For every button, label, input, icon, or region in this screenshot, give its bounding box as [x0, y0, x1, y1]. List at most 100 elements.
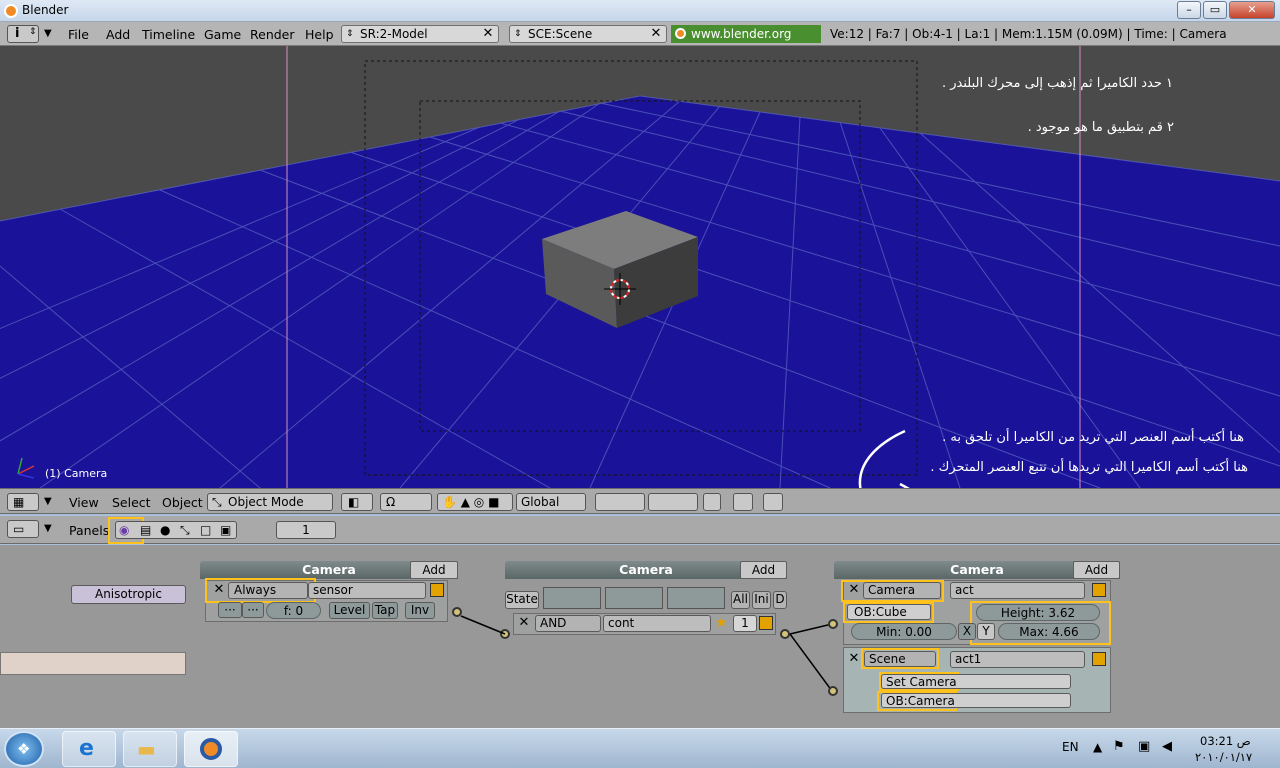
scene-actuator-collapse-icon[interactable]	[1092, 652, 1106, 666]
anisotropic-button[interactable]: Anisotropic	[71, 585, 186, 604]
3d-viewport[interactable]: ١ حدد الكاميرا ثم إذهب إلى محرك البلندر …	[0, 46, 1280, 488]
state-mask-1[interactable]	[543, 587, 601, 609]
level-button[interactable]: Level	[329, 602, 370, 619]
menu-game[interactable]: Game	[204, 27, 241, 42]
network-icon[interactable]: ▣	[1138, 739, 1150, 754]
priority-star-icon[interactable]: ★	[715, 615, 728, 631]
add-controller-button[interactable]: Add	[740, 561, 787, 579]
menu-help[interactable]: Help	[305, 27, 334, 42]
target-object-field[interactable]: OB:Cube	[847, 604, 931, 620]
add-sensor-button[interactable]: Add	[410, 561, 458, 579]
camera-actuator-name[interactable]: act	[950, 582, 1085, 599]
scene-context-icon[interactable]: ▣	[220, 522, 231, 538]
pulse-false-button[interactable]: ···	[242, 602, 264, 618]
camera-object-field[interactable]: OB:Camera	[881, 693, 1071, 708]
state-mask-3[interactable]	[667, 587, 725, 609]
menu-select[interactable]: Select	[112, 495, 151, 510]
action-center-flag-icon[interactable]: ⚑	[1113, 739, 1125, 754]
maximize-button[interactable]: ▭	[1203, 1, 1227, 19]
scene-mode-dropdown[interactable]: Set Camera	[881, 674, 1071, 689]
state-all-button[interactable]: All	[731, 591, 750, 609]
editor-type-button[interactable]: ▦	[7, 493, 39, 511]
controller-priority-field[interactable]: 1	[733, 615, 757, 632]
object-context-icon[interactable]: ⤡	[180, 522, 190, 538]
lock-icon[interactable]	[703, 493, 721, 511]
color-swatch-bar[interactable]	[0, 652, 186, 675]
show-hidden-icons-icon[interactable]: ▲	[1093, 740, 1102, 754]
frequency-field[interactable]: f: 0	[266, 602, 321, 619]
menu-view[interactable]: View	[69, 495, 99, 510]
pivot-selector[interactable]: Ω	[380, 493, 432, 511]
state-debug-button[interactable]: D	[773, 591, 787, 609]
layers-row-1[interactable]	[595, 493, 645, 511]
clock-time[interactable]: ص 03:21	[1200, 734, 1251, 748]
sensor-name-field[interactable]: sensor	[308, 582, 426, 599]
context-buttons[interactable]: ◉ ▤ ● ⤡ □ ▣	[115, 521, 237, 539]
pulse-true-button[interactable]: ···	[218, 602, 242, 618]
script-icon[interactable]: ▤	[140, 522, 151, 538]
menu-object[interactable]: Object	[162, 495, 203, 510]
explorer-task[interactable]: ▬	[123, 731, 177, 767]
sensor-collapse-icon[interactable]	[430, 583, 444, 597]
layers-row-2[interactable]	[648, 493, 698, 511]
collapse-menu-icon[interactable]: ▼	[44, 28, 52, 39]
menu-add[interactable]: Add	[106, 27, 130, 42]
height-field[interactable]: Height: 3.62	[976, 604, 1100, 621]
menu-timeline[interactable]: Timeline	[142, 27, 195, 42]
clock-date[interactable]: ٢٠١٠/٠١/١٧	[1195, 750, 1252, 764]
start-button[interactable]: ❖	[4, 731, 44, 767]
collapse-buttons-icon[interactable]: ▼	[44, 523, 52, 534]
controller-name-field[interactable]: cont	[603, 615, 711, 632]
max-distance-field[interactable]: Max: 4.66	[998, 623, 1100, 640]
editing-context-icon[interactable]: □	[200, 522, 211, 538]
frame-field[interactable]: 1	[276, 521, 336, 539]
delete-camera-actuator-icon[interactable]: ✕	[846, 582, 862, 598]
screen-selector[interactable]: ⇕ SR:2-Model ✕	[341, 25, 499, 43]
delete-controller-icon[interactable]: ✕	[516, 615, 532, 631]
scene-actuator-type[interactable]: Scene	[864, 651, 936, 667]
orientation-selector[interactable]: Global	[516, 493, 586, 511]
controller-output-link[interactable]	[780, 629, 790, 639]
info-window-type-button[interactable]: i ⇕	[7, 25, 39, 43]
delete-scene-actuator-icon[interactable]: ✕	[846, 651, 862, 667]
collapse-header-icon[interactable]: ▼	[44, 496, 52, 507]
controller-input-link[interactable]	[500, 629, 510, 639]
menu-file[interactable]: File	[68, 27, 89, 42]
internet-explorer-task[interactable]: e	[62, 731, 116, 767]
shading-context-icon[interactable]: ●	[160, 522, 170, 538]
scene-actuator-name[interactable]: act1	[950, 651, 1085, 668]
actuator-camera-input-link[interactable]	[828, 619, 838, 629]
controller-collapse-icon[interactable]	[759, 616, 773, 630]
axis-y-button[interactable]: Y	[977, 623, 995, 640]
minimize-button[interactable]: –	[1177, 1, 1201, 19]
delete-screen-icon[interactable]: ✕	[480, 26, 496, 42]
buttons-editor-type[interactable]: ▭	[7, 520, 39, 538]
sensor-type-dropdown[interactable]: Always	[228, 582, 308, 599]
delete-scene-icon[interactable]: ✕	[648, 26, 664, 42]
blender-org-link[interactable]: www.blender.org 249.2	[671, 25, 821, 59]
add-actuator-button[interactable]: Add	[1073, 561, 1120, 579]
close-button[interactable]: ✕	[1229, 1, 1275, 19]
menu-render[interactable]: Render	[250, 27, 295, 42]
blender-task[interactable]	[184, 731, 238, 767]
sensor-output-link[interactable]	[452, 607, 462, 617]
camera-actuator-collapse-icon[interactable]	[1092, 583, 1106, 597]
language-indicator[interactable]: EN	[1062, 740, 1079, 754]
snap-icon[interactable]	[733, 493, 753, 511]
mode-selector[interactable]: ⤡ Object Mode	[207, 493, 333, 511]
delete-sensor-icon[interactable]: ✕	[211, 582, 227, 598]
axis-x-button[interactable]: X	[958, 623, 976, 640]
tap-button[interactable]: Tap	[372, 602, 398, 619]
state-ini-button[interactable]: Ini	[752, 591, 771, 609]
draw-type-selector[interactable]: ◧	[341, 493, 373, 511]
render-preview-icon[interactable]	[763, 493, 783, 511]
actuator-scene-input-link[interactable]	[828, 686, 838, 696]
logic-icon[interactable]: ◉	[119, 522, 129, 538]
camera-actuator-type[interactable]: Camera	[863, 582, 941, 599]
scene-selector[interactable]: ⇕ SCE:Scene ✕	[509, 25, 667, 43]
manipulator-toggles[interactable]: ✋ ▲ ◎ ■	[437, 493, 513, 511]
state-mask-2[interactable]	[605, 587, 663, 609]
controller-type-dropdown[interactable]: AND	[535, 615, 601, 632]
invert-button[interactable]: Inv	[405, 602, 435, 619]
volume-icon[interactable]: ◀	[1162, 739, 1172, 754]
